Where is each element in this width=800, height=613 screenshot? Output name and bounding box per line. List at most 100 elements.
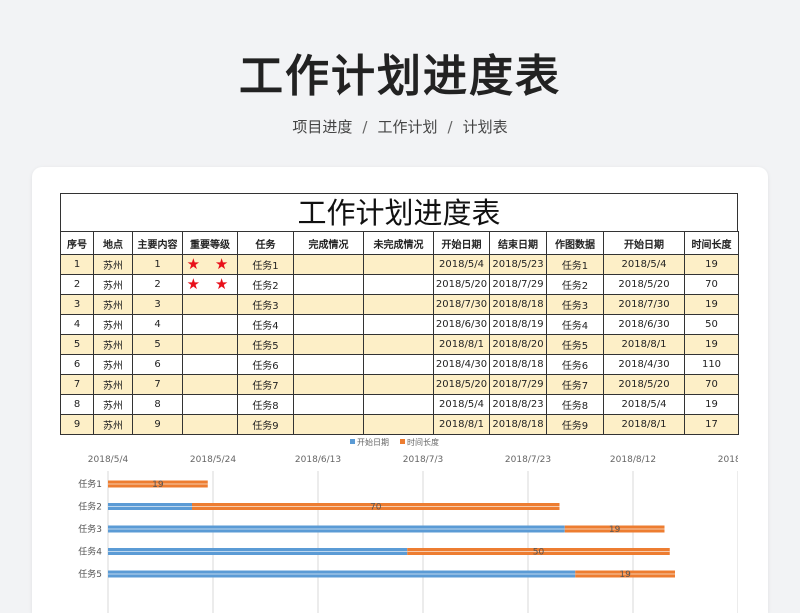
table-cell-duration[interactable]: 19 [684, 394, 739, 415]
table-cell-content[interactable]: 6 [132, 354, 183, 375]
table-cell-chart-task[interactable]: 任务2 [546, 274, 604, 295]
table-cell-content[interactable]: 7 [132, 374, 183, 395]
table-cell-done[interactable] [293, 274, 364, 295]
table-cell-done[interactable] [293, 394, 364, 415]
breadcrumb-item[interactable]: 计划表 [463, 118, 508, 136]
table-cell-chart-task[interactable]: 任务4 [546, 314, 604, 335]
table-cell-content[interactable]: 3 [132, 294, 183, 315]
table-cell-done[interactable] [293, 334, 364, 355]
table-cell-done[interactable] [293, 294, 364, 315]
table-cell-no[interactable]: 3 [60, 294, 94, 315]
table-cell-no[interactable]: 4 [60, 314, 94, 335]
table-cell-place[interactable]: 苏州 [93, 254, 133, 275]
table-cell-undone[interactable] [363, 314, 434, 335]
table-cell-place[interactable]: 苏州 [93, 374, 133, 395]
table-cell-no[interactable]: 7 [60, 374, 94, 395]
table-cell-undone[interactable] [363, 254, 434, 275]
table-cell-no[interactable]: 6 [60, 354, 94, 375]
table-cell-start[interactable]: 2018/5/4 [433, 254, 490, 275]
table-cell-done[interactable] [293, 314, 364, 335]
table-cell-level[interactable] [182, 314, 238, 335]
table-cell-chart-start[interactable]: 2018/5/20 [603, 274, 685, 295]
table-cell-content[interactable]: 5 [132, 334, 183, 355]
table-cell-task[interactable]: 任务1 [237, 254, 294, 275]
table-cell-start[interactable]: 2018/5/4 [433, 394, 490, 415]
table-cell-chart-task[interactable]: 任务3 [546, 294, 604, 315]
table-cell-task[interactable]: 任务6 [237, 354, 294, 375]
table-cell-level[interactable] [182, 394, 238, 415]
table-cell-undone[interactable] [363, 354, 434, 375]
table-cell-chart-task[interactable]: 任务5 [546, 334, 604, 355]
table-cell-end[interactable]: 2018/8/20 [489, 334, 547, 355]
table-cell-place[interactable]: 苏州 [93, 314, 133, 335]
table-cell-chart-start[interactable]: 2018/5/4 [603, 254, 685, 275]
table-cell-duration[interactable]: 110 [684, 354, 739, 375]
table-cell-chart-task[interactable]: 任务1 [546, 254, 604, 275]
table-cell-start[interactable]: 2018/4/30 [433, 354, 490, 375]
table-cell-task[interactable]: 任务4 [237, 314, 294, 335]
table-cell-undone[interactable] [363, 274, 434, 295]
table-cell-undone[interactable] [363, 294, 434, 315]
table-cell-chart-task[interactable]: 任务7 [546, 374, 604, 395]
table-cell-end[interactable]: 2018/7/29 [489, 274, 547, 295]
table-cell-duration[interactable]: 19 [684, 294, 739, 315]
table-cell-task[interactable]: 任务7 [237, 374, 294, 395]
table-cell-duration[interactable]: 70 [684, 274, 739, 295]
table-cell-level[interactable] [182, 374, 238, 395]
table-cell-task[interactable]: 任务5 [237, 334, 294, 355]
table-cell-duration[interactable]: 19 [684, 334, 739, 355]
table-cell-content[interactable]: 2 [132, 274, 183, 295]
table-cell-start[interactable]: 2018/7/30 [433, 294, 490, 315]
table-cell-chart-start[interactable]: 2018/8/1 [603, 334, 685, 355]
table-cell-task[interactable]: 任务2 [237, 274, 294, 295]
breadcrumb-item[interactable]: 工作计划 [377, 118, 437, 136]
table-cell-place[interactable]: 苏州 [93, 354, 133, 375]
table-cell-done[interactable] [293, 254, 364, 275]
table-cell-chart-start[interactable]: 2018/7/30 [603, 294, 685, 315]
table-cell-place[interactable]: 苏州 [93, 274, 133, 295]
table-cell-chart-start[interactable]: 2018/5/4 [603, 394, 685, 415]
table-cell-done[interactable] [293, 354, 364, 375]
table-cell-duration[interactable]: 70 [684, 374, 739, 395]
table-cell-no[interactable]: 2 [60, 274, 94, 295]
table-cell-no[interactable]: 5 [60, 334, 94, 355]
table-cell-end[interactable]: 2018/7/29 [489, 374, 547, 395]
table-cell-start[interactable]: 2018/5/20 [433, 374, 490, 395]
table-cell-duration[interactable]: 19 [684, 254, 739, 275]
table-cell-start[interactable]: 2018/5/20 [433, 274, 490, 295]
breadcrumb-item[interactable]: 项目进度 [292, 118, 352, 136]
table-cell-chart-task[interactable]: 任务6 [546, 354, 604, 375]
table-cell-task[interactable]: 任务8 [237, 394, 294, 415]
table-cell-end[interactable]: 2018/8/23 [489, 394, 547, 415]
table-cell-level[interactable]: ★ ★ [182, 254, 238, 275]
table-cell-start[interactable]: 2018/6/30 [433, 314, 490, 335]
y-category-label: 任务4 [78, 546, 102, 558]
table-cell-level[interactable] [182, 354, 238, 375]
table-cell-duration[interactable]: 50 [684, 314, 739, 335]
table-cell-place[interactable]: 苏州 [93, 334, 133, 355]
table-cell-content[interactable]: 4 [132, 314, 183, 335]
table-cell-undone[interactable] [363, 394, 434, 415]
table-cell-place[interactable]: 苏州 [93, 394, 133, 415]
table-cell-chart-start[interactable]: 2018/4/30 [603, 354, 685, 375]
table-cell-content[interactable]: 8 [132, 394, 183, 415]
table-cell-end[interactable]: 2018/5/23 [489, 254, 547, 275]
table-cell-chart-start[interactable]: 2018/5/20 [603, 374, 685, 395]
table-cell-level[interactable] [182, 294, 238, 315]
table-cell-undone[interactable] [363, 374, 434, 395]
table-cell-no[interactable]: 1 [60, 254, 94, 275]
table-cell-task[interactable]: 任务3 [237, 294, 294, 315]
table-cell-end[interactable]: 2018/8/18 [489, 354, 547, 375]
table-cell-place[interactable]: 苏州 [93, 294, 133, 315]
table-cell-undone[interactable] [363, 334, 434, 355]
table-cell-done[interactable] [293, 374, 364, 395]
table-cell-start[interactable]: 2018/8/1 [433, 334, 490, 355]
table-cell-end[interactable]: 2018/8/18 [489, 294, 547, 315]
table-cell-content[interactable]: 1 [132, 254, 183, 275]
table-cell-level[interactable]: ★ ★ [182, 274, 238, 295]
table-cell-no[interactable]: 8 [60, 394, 94, 415]
table-cell-chart-start[interactable]: 2018/6/30 [603, 314, 685, 335]
table-cell-chart-task[interactable]: 任务8 [546, 394, 604, 415]
table-cell-end[interactable]: 2018/8/19 [489, 314, 547, 335]
table-cell-level[interactable] [182, 334, 238, 355]
